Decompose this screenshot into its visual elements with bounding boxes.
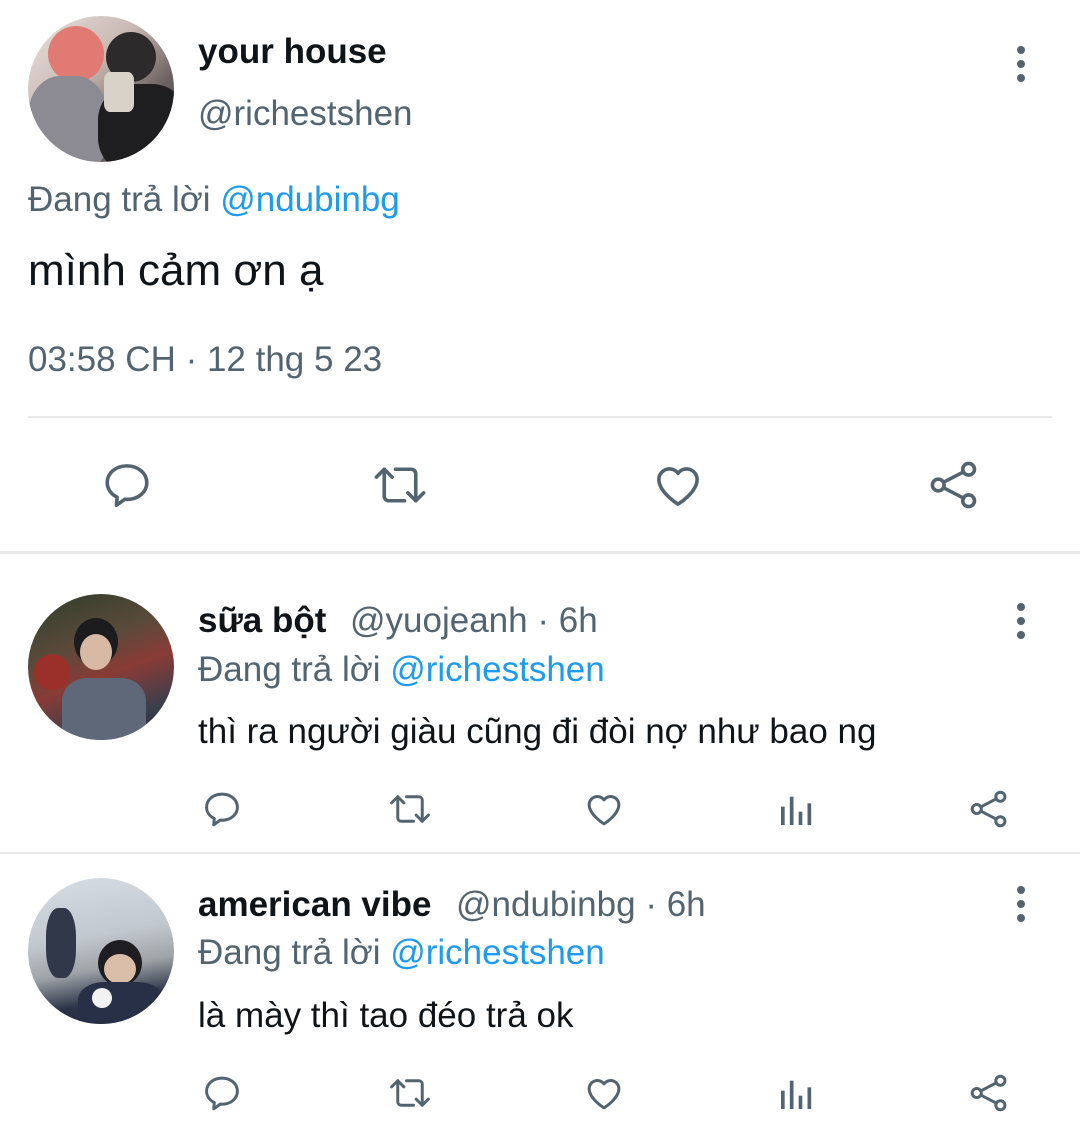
- user-handle: @ndubinbg · 6h: [456, 885, 706, 925]
- reply-icon[interactable]: [200, 1072, 244, 1114]
- replying-prefix: Đang trả lời: [198, 650, 381, 689]
- tweet-text: mình cảm ơn ạ: [28, 246, 324, 295]
- share-icon[interactable]: [966, 788, 1012, 830]
- divider: [28, 416, 1052, 418]
- replying-prefix: Đang trả lời: [198, 933, 381, 972]
- display-name[interactable]: your house: [198, 32, 387, 72]
- mention-link[interactable]: @ndubinbg: [220, 180, 400, 219]
- display-name[interactable]: american vibe: [198, 885, 431, 925]
- retweet-icon[interactable]: [386, 1072, 434, 1114]
- share-icon[interactable]: [966, 1072, 1012, 1114]
- handle-text[interactable]: @yuojeanh: [350, 601, 528, 640]
- section-divider: [0, 852, 1080, 854]
- replying-prefix: Đang trả lời: [28, 180, 211, 219]
- tweet-text: là mày thì tao đéo trả ok: [198, 996, 574, 1035]
- tweet-text: thì ra người giàu cũng đi đòi nợ như bao…: [198, 712, 877, 751]
- display-name[interactable]: sữa bột: [198, 601, 326, 641]
- like-icon[interactable]: [582, 1072, 626, 1114]
- tweet-timestamp[interactable]: 03:58 CH · 12 thg 5 23: [28, 340, 382, 380]
- replying-to-line: Đang trả lời @richestshen: [198, 650, 605, 690]
- analytics-icon[interactable]: [776, 790, 816, 830]
- mention-link[interactable]: @richestshen: [390, 650, 605, 689]
- like-icon[interactable]: [650, 458, 706, 512]
- more-options-icon[interactable]: [1011, 46, 1031, 90]
- user-handle[interactable]: @richestshen: [198, 94, 413, 134]
- share-icon[interactable]: [926, 458, 982, 512]
- main-tweet: your house @richestshen Đang trả lời @nd…: [0, 0, 1080, 552]
- avatar[interactable]: [28, 16, 174, 162]
- more-options-icon[interactable]: [1011, 603, 1031, 647]
- retweet-icon[interactable]: [370, 458, 430, 512]
- retweet-icon[interactable]: [386, 788, 434, 830]
- avatar[interactable]: [28, 878, 174, 1024]
- replying-to-line: Đang trả lời @richestshen: [198, 933, 605, 973]
- reply-icon[interactable]: [200, 788, 244, 830]
- handle-text[interactable]: @ndubinbg: [456, 885, 636, 924]
- like-icon[interactable]: [582, 788, 626, 830]
- reply-icon[interactable]: [100, 458, 154, 512]
- more-options-icon[interactable]: [1011, 886, 1031, 930]
- user-handle: @yuojeanh · 6h: [350, 601, 598, 641]
- section-divider: [0, 551, 1080, 554]
- tweet-time[interactable]: · 6h: [645, 885, 705, 924]
- analytics-icon[interactable]: [776, 1074, 816, 1114]
- mention-link[interactable]: @richestshen: [390, 933, 605, 972]
- tweet-time[interactable]: · 6h: [537, 601, 597, 640]
- avatar[interactable]: [28, 594, 174, 740]
- replying-to-line: Đang trả lời @ndubinbg: [28, 180, 400, 220]
